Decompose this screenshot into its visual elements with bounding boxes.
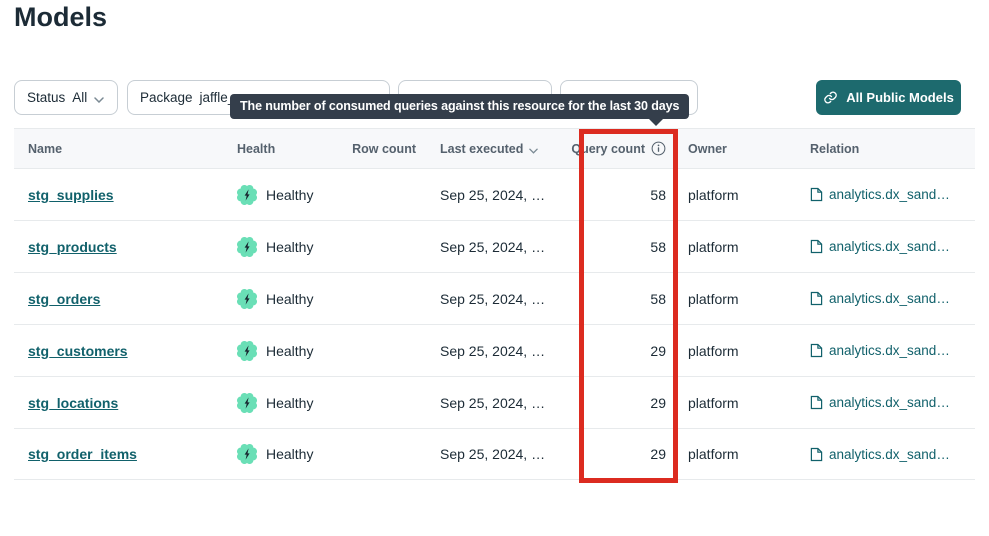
owner-cell: platform: [681, 187, 791, 203]
health-label: Healthy: [266, 446, 313, 462]
link-icon: [823, 90, 838, 105]
owner-cell: platform: [681, 446, 791, 462]
relation-label: analytics.dx_sand…: [829, 447, 950, 462]
column-header-last-executed[interactable]: Last executed: [421, 141, 571, 157]
last-executed-cell: Sep 25, 2024, …: [421, 291, 571, 307]
owner-cell: platform: [681, 239, 791, 255]
query-count-tooltip: The number of consumed queries against t…: [230, 94, 689, 119]
relation-link[interactable]: analytics.dx_sand…: [810, 447, 975, 462]
tooltip-arrow: [648, 118, 664, 126]
status-filter-label: Status: [27, 90, 65, 105]
health-badge-icon: [237, 341, 257, 361]
package-filter-label: Package: [140, 90, 193, 105]
info-icon[interactable]: [651, 141, 666, 156]
column-header-health: Health: [231, 142, 351, 156]
last-executed-cell: Sep 25, 2024, …: [421, 187, 571, 203]
query-count-cell: 29: [571, 446, 681, 462]
relation-label: analytics.dx_sand…: [829, 343, 950, 358]
relation-link[interactable]: analytics.dx_sand…: [810, 395, 975, 410]
model-link[interactable]: stg_customers: [28, 343, 128, 359]
relation-link[interactable]: analytics.dx_sand…: [810, 187, 975, 202]
table-header-row: Name Health Row count Last executed Quer…: [14, 128, 975, 168]
health-label: Healthy: [266, 187, 313, 203]
table-row: stg_products Healthy Sep 25, 2024, … 58 …: [14, 220, 975, 272]
query-count-label: Query count: [571, 142, 645, 156]
chevron-down-icon: [94, 91, 104, 106]
table-row: stg_supplies Healthy Sep 25, 2024, … 58 …: [14, 168, 975, 220]
relation-label: analytics.dx_sand…: [829, 395, 950, 410]
sort-chevron-down-icon: [529, 143, 538, 157]
relation-link[interactable]: analytics.dx_sand…: [810, 291, 975, 306]
page-title: Models: [14, 2, 107, 33]
last-executed-cell: Sep 25, 2024, …: [421, 395, 571, 411]
health-label: Healthy: [266, 343, 313, 359]
column-header-relation: Relation: [791, 142, 975, 156]
models-table: Name Health Row count Last executed Quer…: [14, 128, 975, 480]
document-icon: [810, 343, 823, 358]
all-public-models-button[interactable]: All Public Models: [816, 80, 961, 115]
model-link[interactable]: stg_locations: [28, 395, 118, 411]
last-executed-cell: Sep 25, 2024, …: [421, 239, 571, 255]
status-filter-value: All: [72, 90, 87, 105]
document-icon: [810, 291, 823, 306]
document-icon: [810, 239, 823, 254]
query-count-cell: 29: [571, 343, 681, 359]
column-header-query-count: Query count: [571, 141, 681, 156]
relation-label: analytics.dx_sand…: [829, 187, 950, 202]
table-row: stg_locations Healthy Sep 25, 2024, … 29…: [14, 376, 975, 428]
column-header-row-count: Row count: [351, 142, 421, 156]
all-public-models-label: All Public Models: [846, 90, 954, 105]
health-label: Healthy: [266, 291, 313, 307]
column-header-name: Name: [14, 142, 231, 156]
last-executed-label: Last executed: [440, 142, 523, 156]
model-link[interactable]: stg_order_items: [28, 446, 137, 462]
table-row: stg_order_items Healthy Sep 25, 2024, … …: [14, 428, 975, 480]
health-badge-icon: [237, 393, 257, 413]
health-label: Healthy: [266, 239, 313, 255]
last-executed-cell: Sep 25, 2024, …: [421, 343, 571, 359]
model-link[interactable]: stg_products: [28, 239, 117, 255]
query-count-cell: 58: [571, 187, 681, 203]
document-icon: [810, 187, 823, 202]
health-badge-icon: [237, 237, 257, 257]
query-count-cell: 29: [571, 395, 681, 411]
table-row: stg_customers Healthy Sep 25, 2024, … 29…: [14, 324, 975, 376]
last-executed-cell: Sep 25, 2024, …: [421, 446, 571, 462]
table-row: stg_orders Healthy Sep 25, 2024, … 58 pl…: [14, 272, 975, 324]
status-filter-dropdown[interactable]: Status All: [14, 80, 118, 115]
owner-cell: platform: [681, 291, 791, 307]
health-badge-icon: [237, 289, 257, 309]
owner-cell: platform: [681, 395, 791, 411]
query-count-cell: 58: [571, 291, 681, 307]
query-count-cell: 58: [571, 239, 681, 255]
document-icon: [810, 447, 823, 462]
model-link[interactable]: stg_supplies: [28, 187, 114, 203]
owner-cell: platform: [681, 343, 791, 359]
relation-link[interactable]: analytics.dx_sand…: [810, 343, 975, 358]
health-label: Healthy: [266, 395, 313, 411]
relation-link[interactable]: analytics.dx_sand…: [810, 239, 975, 254]
health-badge-icon: [237, 444, 257, 464]
document-icon: [810, 395, 823, 410]
column-header-owner: Owner: [681, 142, 791, 156]
models-page: Models Status All Package jaffle_ All Pu…: [0, 0, 989, 536]
relation-label: analytics.dx_sand…: [829, 291, 950, 306]
relation-label: analytics.dx_sand…: [829, 239, 950, 254]
tooltip-text: The number of consumed queries against t…: [240, 99, 679, 113]
model-link[interactable]: stg_orders: [28, 291, 100, 307]
health-badge-icon: [237, 185, 257, 205]
